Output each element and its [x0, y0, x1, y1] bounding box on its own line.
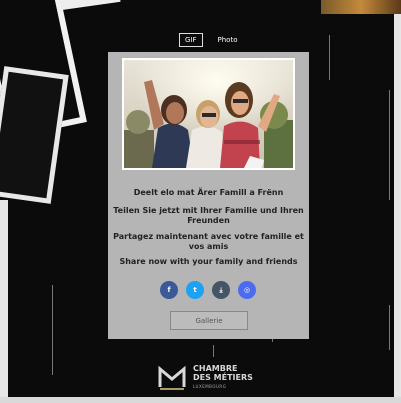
- background-photo-corner: [321, 0, 401, 14]
- decorative-line: [329, 35, 330, 80]
- group-selfie-image: [124, 60, 293, 168]
- background-stripe: [0, 200, 8, 403]
- background-stripe: [394, 14, 401, 403]
- twitter-share-button[interactable]: t: [186, 281, 204, 299]
- share-text-en: Share now with your family and friends: [119, 257, 298, 266]
- twitter-icon: t: [193, 286, 197, 294]
- background-photo-frame: [0, 66, 69, 204]
- instagram-share-button[interactable]: ◎: [238, 281, 256, 299]
- background-strip: [0, 397, 401, 403]
- captured-photo: [122, 58, 295, 170]
- decorative-line: [52, 285, 53, 375]
- logo-m-icon: [158, 365, 186, 390]
- download-button[interactable]: ⤓: [212, 281, 230, 299]
- logo-line-3: LUXEMBOURG: [193, 384, 227, 389]
- gallery-button[interactable]: Gallerie: [170, 311, 248, 330]
- decorative-line: [389, 90, 390, 200]
- tab-gif[interactable]: GIF: [179, 33, 203, 47]
- media-type-tabs: GIF Photo: [179, 32, 242, 48]
- logo-line-1: CHAMBRE: [193, 364, 238, 373]
- background-strip: [59, 0, 121, 11]
- facebook-icon: f: [167, 286, 171, 294]
- share-panel: Deelt elo mat Ärer Famill a Frënn Teilen…: [108, 52, 309, 339]
- download-icon: ⤓: [219, 285, 223, 294]
- share-text-fr: Partagez maintenant avec votre famille e…: [113, 232, 304, 251]
- chambre-des-metiers-logo: CHAMBRE DES MÉTIERS LUXEMBOURG: [158, 364, 253, 391]
- decorative-line: [389, 305, 390, 350]
- instagram-icon: ◎: [243, 286, 251, 294]
- logo-line-2: DES MÉTIERS: [193, 373, 253, 382]
- decorative-line: [213, 345, 214, 357]
- facebook-share-button[interactable]: f: [160, 281, 178, 299]
- share-text-de: Teilen Sie jetzt mit Ihrer Familie und I…: [113, 206, 304, 225]
- share-text-lb: Deelt elo mat Ärer Famill a Frënn: [133, 188, 284, 197]
- tab-photo[interactable]: Photo: [213, 34, 243, 46]
